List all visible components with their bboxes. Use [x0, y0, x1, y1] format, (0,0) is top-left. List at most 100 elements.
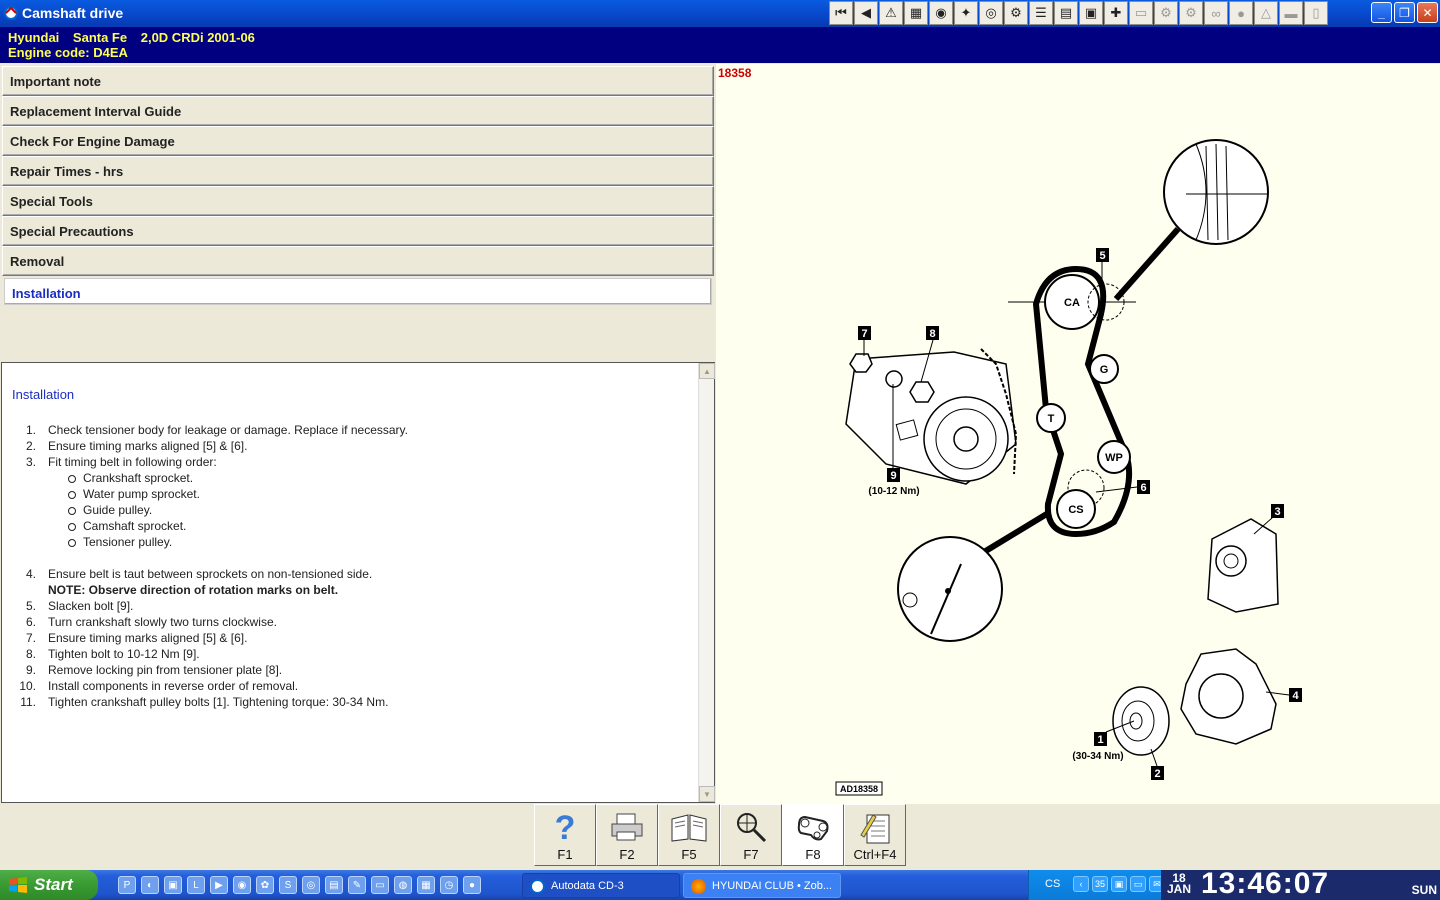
- first-icon[interactable]: ⏮: [829, 1, 853, 25]
- printer-doc-icon[interactable]: ▤: [1054, 1, 1078, 25]
- gear-icon[interactable]: ⚙: [1179, 1, 1203, 25]
- close-button[interactable]: ✕: [1417, 2, 1438, 23]
- part-3-illustration: [1207, 518, 1279, 613]
- restore-button[interactable]: ❐: [1394, 2, 1415, 23]
- list-item: 3. Fit timing belt in following order: Cr…: [12, 454, 692, 566]
- crankshaft-sprocket-illustration: [897, 536, 1003, 642]
- clock[interactable]: 18 JAN 13:46:07 SUN: [1161, 867, 1440, 900]
- belt-icon: [783, 809, 843, 847]
- quicklaunch-grid-icon[interactable]: ▦: [417, 876, 435, 894]
- wrench-icon[interactable]: ✦: [954, 1, 978, 25]
- gauge-icon[interactable]: ◎: [979, 1, 1003, 25]
- minimize-button[interactable]: _: [1371, 2, 1392, 23]
- window-title: Camshaft drive: [22, 5, 124, 21]
- map-icon[interactable]: ▦: [904, 1, 928, 25]
- nav-empty-area: [2, 306, 714, 362]
- svg-text:6: 6: [1140, 482, 1146, 494]
- taskbar-task-autodata[interactable]: Autodata CD-3: [522, 873, 680, 898]
- list-icon[interactable]: ☰: [1029, 1, 1053, 25]
- part-4-illustration: [1180, 648, 1277, 745]
- quicklaunch-globe-icon[interactable]: ◍: [394, 876, 412, 894]
- diagram-svg: CA G T WP CS 5 6 7 8 9 (10-12 Nm) 3 4 1 …: [835, 139, 1302, 796]
- nav-replacement-interval[interactable]: Replacement Interval Guide: [2, 96, 714, 126]
- quicklaunch-monitor-icon[interactable]: ▭: [371, 876, 389, 894]
- list-item: 8. Tighten bolt to 10-12 Nm [9].: [25, 647, 200, 661]
- warning-icon[interactable]: ⚠: [879, 1, 903, 25]
- svg-text:CS: CS: [1068, 504, 1083, 516]
- f7-magnifier-button[interactable]: F7: [720, 804, 782, 866]
- nav-special-precautions[interactable]: Special Precautions: [2, 216, 714, 246]
- nav-repair-times[interactable]: Repair Times - hrs: [2, 156, 714, 186]
- svg-text:4: 4: [1292, 690, 1299, 702]
- list-item: 10. Install components in reverse order o…: [19, 679, 299, 693]
- f2-print-button[interactable]: F2: [596, 804, 658, 866]
- help-icon: ?: [554, 808, 576, 847]
- pulley-t: T: [1036, 403, 1066, 433]
- quicklaunch-disc-icon[interactable]: ◉: [233, 876, 251, 894]
- printer-icon: [597, 809, 657, 847]
- back-icon[interactable]: ◀: [854, 1, 878, 25]
- vertical-scrollbar[interactable]: ▲ ▼: [698, 363, 715, 802]
- globe-icon[interactable]: ◉: [929, 1, 953, 25]
- belt-icon[interactable]: ∞: [1204, 1, 1228, 25]
- tray-number-badge[interactable]: 35: [1092, 876, 1108, 892]
- quick-launch: P ◐ ▣ L ▶ ◉ ✿ S ◎ ▤ ✎ ▭ ◍ ▦ ◷ ●: [118, 876, 486, 894]
- torque-label-1: (30-34 Nm): [1072, 751, 1123, 762]
- svg-text:T: T: [1048, 413, 1055, 425]
- bulb-icon[interactable]: ●: [1229, 1, 1253, 25]
- nav-installation[interactable]: Installation: [4, 278, 712, 305]
- list-item: Camshaft sprocket.: [48, 518, 692, 534]
- quicklaunch-browser-icon[interactable]: ◐: [141, 876, 159, 894]
- start-button[interactable]: Start: [0, 870, 98, 900]
- vehicle-make: Hyundai: [8, 30, 60, 45]
- quicklaunch-window-icon[interactable]: L: [187, 876, 205, 894]
- torque-label-9: (10-12 Nm): [868, 486, 919, 497]
- timing-icon[interactable]: ⚙: [1004, 1, 1028, 25]
- tray-network-icon[interactable]: ▭: [1130, 876, 1146, 892]
- quicklaunch-pen-icon[interactable]: ✎: [348, 876, 366, 894]
- quicklaunch-clock-icon[interactable]: ◷: [440, 876, 458, 894]
- nav-special-tools[interactable]: Special Tools: [2, 186, 714, 216]
- system-tray: CS ‹ 35 ▣ ▭ ✉ 18 JAN 13:46:07 SUN: [1028, 867, 1440, 900]
- quicklaunch-network-icon[interactable]: ▣: [164, 876, 182, 894]
- nav-important-note[interactable]: Important note: [2, 66, 714, 96]
- car-icon[interactable]: ▬: [1279, 1, 1303, 25]
- tray-expand-icon[interactable]: ‹: [1073, 876, 1089, 892]
- quicklaunch-firefox-icon[interactable]: ●: [463, 876, 481, 894]
- svg-text:G: G: [1100, 364, 1109, 376]
- calc-icon[interactable]: ▣: [1079, 1, 1103, 25]
- quicklaunch-doc-icon[interactable]: ▤: [325, 876, 343, 894]
- quicklaunch-skype-icon[interactable]: S: [279, 876, 297, 894]
- nav-removal[interactable]: Removal: [2, 246, 714, 276]
- f5-book-button[interactable]: F5: [658, 804, 720, 866]
- engine-icon[interactable]: ⚙: [1154, 1, 1178, 25]
- warning-triangle-icon[interactable]: △: [1254, 1, 1278, 25]
- quicklaunch-app-icon[interactable]: P: [118, 876, 136, 894]
- taskbar-task-firefox[interactable]: HYUNDAI CLUB • Zob...: [683, 873, 841, 898]
- quicklaunch-flower-icon[interactable]: ✿: [256, 876, 274, 894]
- scroll-down-icon[interactable]: ▼: [699, 786, 715, 802]
- camshaft-gear-illustration: [1163, 139, 1269, 245]
- list-item: Tensioner pulley.: [48, 534, 692, 550]
- nav-check-engine-damage[interactable]: Check For Engine Damage: [2, 126, 714, 156]
- doc-icon[interactable]: ▭: [1129, 1, 1153, 25]
- list-item: 2. Ensure timing marks aligned [5] & [6].: [25, 439, 248, 453]
- svg-text:3: 3: [1274, 506, 1280, 518]
- f1-help-button[interactable]: ? F1: [534, 804, 596, 866]
- ctrl-f4-notepad-button[interactable]: Ctrl+F4: [844, 804, 906, 866]
- vehicle-variant: 2,0D CRDi 2001-06: [140, 30, 255, 45]
- svg-text:9: 9: [890, 470, 896, 482]
- f8-belt-button[interactable]: F8: [782, 804, 844, 866]
- quicklaunch-cd-icon[interactable]: ◎: [302, 876, 320, 894]
- app-icon: [4, 6, 18, 20]
- svg-text:8: 8: [929, 328, 935, 340]
- firefox-icon: [691, 879, 706, 894]
- battery-icon[interactable]: ▯: [1304, 1, 1328, 25]
- tray-app-icon[interactable]: ▣: [1111, 876, 1127, 892]
- help-icon[interactable]: ✚: [1104, 1, 1128, 25]
- language-indicator[interactable]: CS: [1045, 878, 1060, 890]
- svg-text:CA: CA: [1064, 297, 1080, 309]
- quicklaunch-media-icon[interactable]: ▶: [210, 876, 228, 894]
- pulley-g: G: [1089, 354, 1119, 384]
- scroll-up-icon[interactable]: ▲: [699, 363, 715, 379]
